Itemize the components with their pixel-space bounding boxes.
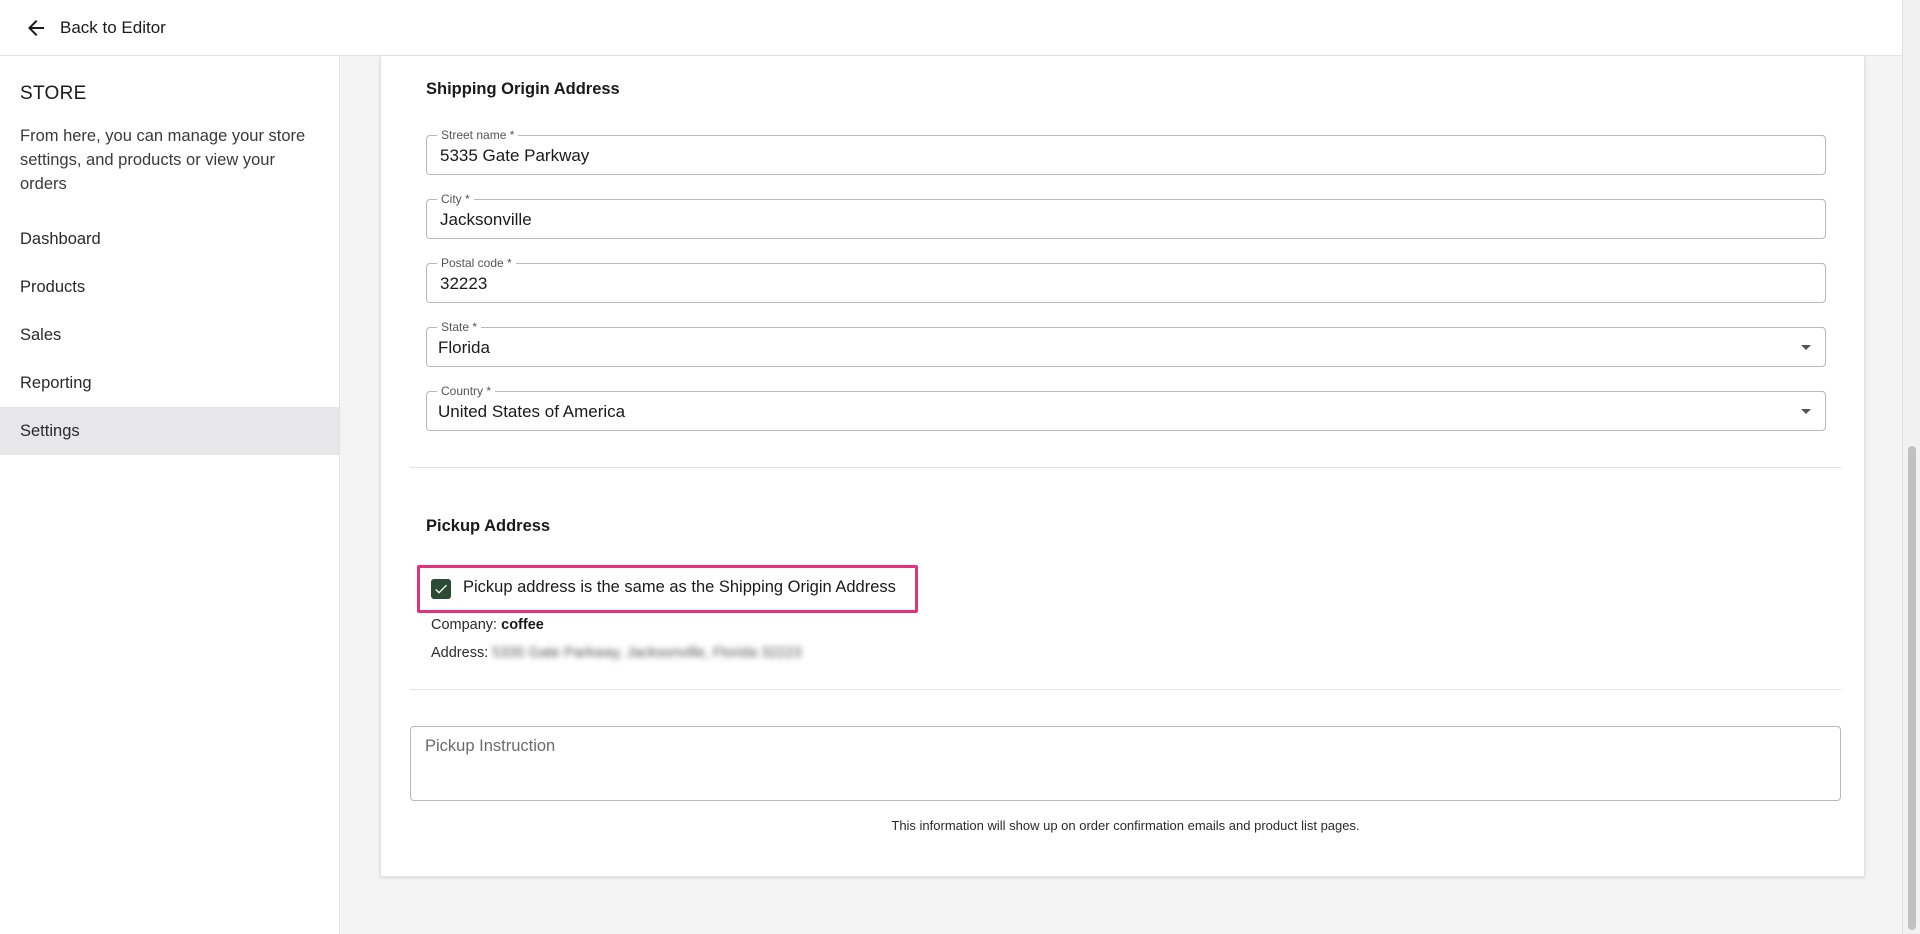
address-value: 5335 Gate Parkway, Jacksonville, Florida… [492, 645, 802, 661]
main-content: Shipping Origin Address Street name * 53… [340, 56, 1902, 934]
sidebar-item-products[interactable]: Products [0, 263, 339, 311]
pickup-instruction-textarea[interactable]: Pickup Instruction [410, 726, 1841, 801]
sidebar: STORE From here, you can manage your sto… [0, 56, 340, 934]
back-to-editor-label: Back to Editor [60, 17, 166, 37]
postal-code-label: Postal code * [437, 256, 516, 270]
pickup-company-line: Company: coffee [431, 617, 544, 633]
state-value: Florida [438, 338, 490, 357]
street-name-field[interactable]: Street name * 5335 Gate Parkway [426, 128, 1826, 175]
back-to-editor-link[interactable]: Back to Editor [24, 16, 166, 40]
chevron-down-icon[interactable] [1801, 409, 1811, 414]
city-value: Jacksonville [440, 210, 532, 229]
address-label: Address: [431, 645, 489, 661]
chevron-down-icon[interactable] [1801, 345, 1811, 350]
company-value: coffee [501, 617, 544, 633]
sidebar-item-reporting[interactable]: Reporting [0, 359, 339, 407]
check-icon [435, 584, 447, 594]
country-value: United States of America [438, 402, 626, 421]
sidebar-item-settings[interactable]: Settings [0, 407, 339, 455]
pickup-address-line: Address: 5335 Gate Parkway, Jacksonville… [431, 645, 802, 661]
pickup-same-as-label[interactable]: Pickup address is the same as the Shippi… [463, 578, 896, 597]
company-label: Company: [431, 617, 498, 633]
state-select[interactable]: State * Florida [426, 320, 1826, 367]
pickup-instruction-placeholder: Pickup Instruction [425, 737, 556, 755]
postal-code-field[interactable]: Postal code * 32223 [426, 256, 1826, 303]
street-name-label: Street name * [437, 128, 519, 142]
sidebar-item-dashboard[interactable]: Dashboard [0, 215, 339, 263]
pickup-address-title: Pickup Address [426, 517, 551, 535]
sidebar-title: STORE [20, 83, 87, 104]
pickup-instruction-helper: This information will show up on order c… [891, 818, 1360, 833]
city-label: City * [437, 192, 474, 206]
top-bar: Back to Editor [0, 0, 1902, 56]
page-scrollbar[interactable] [1902, 0, 1920, 934]
state-label: State * [437, 320, 482, 334]
country-label: Country * [437, 384, 496, 398]
arrow-left-icon [28, 19, 44, 36]
country-select[interactable]: Country * United States of America [426, 384, 1826, 431]
settings-card: Shipping Origin Address Street name * 53… [380, 56, 1865, 877]
postal-code-value: 32223 [440, 274, 488, 293]
city-field[interactable]: City * Jacksonville [426, 192, 1826, 239]
street-name-value: 5335 Gate Parkway [440, 146, 590, 165]
shipping-origin-title: Shipping Origin Address [426, 80, 620, 98]
sidebar-description: From here, you can manage your store set… [20, 127, 306, 193]
sidebar-item-sales[interactable]: Sales [0, 311, 339, 359]
section-divider [410, 467, 1841, 468]
pickup-same-as-checkbox[interactable] [431, 579, 451, 599]
scrollbar-thumb[interactable] [1908, 446, 1916, 930]
section-divider [410, 689, 1841, 690]
